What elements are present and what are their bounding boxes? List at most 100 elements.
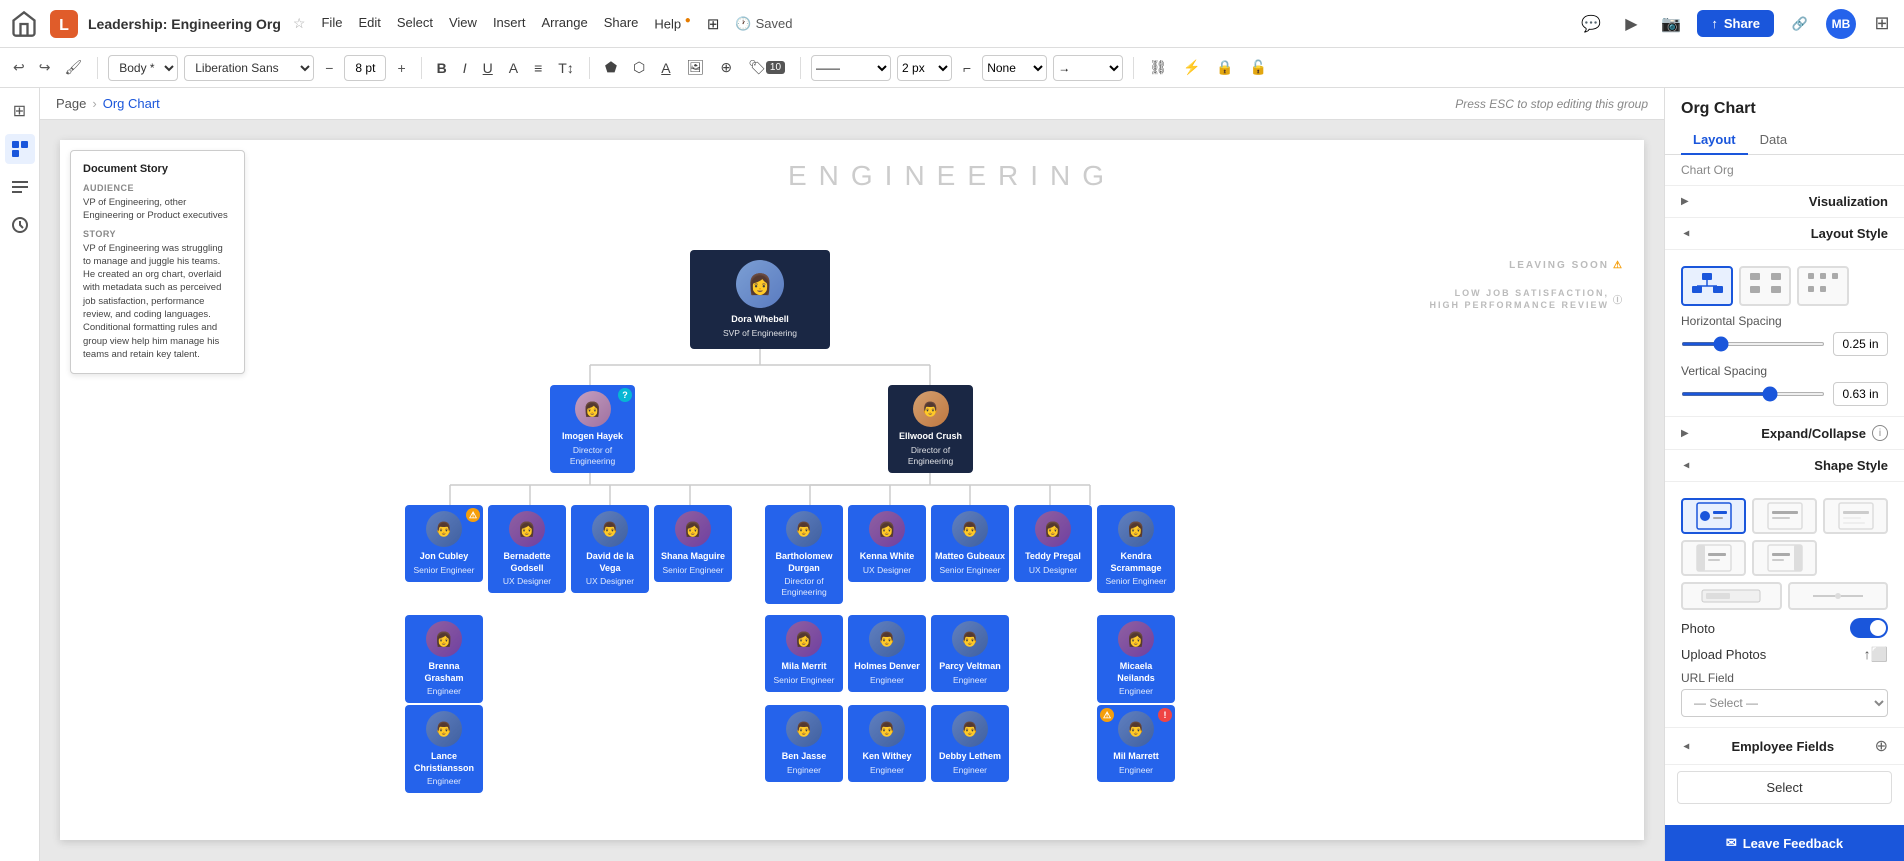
image-button[interactable]: 🖼 xyxy=(682,56,710,79)
line-style-select[interactable]: —— xyxy=(811,55,891,81)
l5-node-3[interactable]: 👨 Debby Lethem Engineer xyxy=(931,705,1009,782)
menu-edit[interactable]: Edit xyxy=(358,13,380,35)
l4-node-2[interactable]: 👨 Holmes Denver Engineer xyxy=(848,615,926,692)
underline-button[interactable]: U xyxy=(478,57,498,79)
shape-btn-0[interactable] xyxy=(1681,498,1746,534)
favorite-icon[interactable]: ☆ xyxy=(293,15,306,32)
l3-node-8[interactable]: 👩 Kendra Scrammage Senior Engineer xyxy=(1097,505,1175,593)
layout-btn-0[interactable] xyxy=(1681,266,1733,306)
menu-view[interactable]: View xyxy=(449,13,477,35)
extra-button[interactable]: ⊕ xyxy=(715,56,737,79)
left-nav-1[interactable]: ⊞ xyxy=(5,96,35,126)
l3-node-2[interactable]: 👨 David de la Vega UX Designer xyxy=(571,505,649,593)
none-select[interactable]: None xyxy=(982,55,1047,81)
ef-add-icon[interactable]: ⊕ xyxy=(1875,736,1888,756)
l4-node-1[interactable]: 👩 Mila Merrit Senior Engineer xyxy=(765,615,843,692)
font-select[interactable]: Liberation Sans xyxy=(184,55,314,81)
menu-help[interactable]: Help ● xyxy=(654,13,690,35)
chain-button[interactable]: ⛓ xyxy=(1144,56,1172,79)
shape-style-header[interactable]: ▼ Shape Style xyxy=(1665,450,1904,482)
h-spacing-input[interactable] xyxy=(1833,332,1888,356)
user-avatar[interactable]: MB xyxy=(1826,9,1856,39)
upload-photos-row[interactable]: Upload Photos ↑⬜ xyxy=(1681,646,1888,663)
canvas[interactable]: Document Story AUDIENCE VP of Engineerin… xyxy=(40,120,1664,861)
italic-button[interactable]: I xyxy=(458,57,472,79)
shape-btn-2[interactable] xyxy=(1823,498,1888,534)
shape-btn-1[interactable] xyxy=(1752,498,1817,534)
l4-node-4[interactable]: 👩 Micaela Neilands Engineer xyxy=(1097,615,1175,703)
l2-node-0[interactable]: ? 👩 Imogen Hayek Director of Engineering xyxy=(550,385,635,473)
l5-node-2[interactable]: 👨 Ken Withey Engineer xyxy=(848,705,926,782)
v-spacing-input[interactable] xyxy=(1833,382,1888,406)
photo-toggle[interactable] xyxy=(1850,618,1888,638)
expand-collapse-header[interactable]: ▶ Expand/Collapse i xyxy=(1665,417,1904,450)
h-spacing-slider[interactable] xyxy=(1681,342,1825,346)
left-nav-4[interactable] xyxy=(5,210,35,240)
url-field-select[interactable]: — Select — xyxy=(1681,689,1888,717)
redo-button[interactable]: ↪ xyxy=(34,56,56,79)
bc-page[interactable]: Page xyxy=(56,96,86,111)
tab-data[interactable]: Data xyxy=(1748,126,1799,155)
menu-extensions[interactable]: ⊞ xyxy=(707,13,720,35)
left-nav-2[interactable] xyxy=(5,134,35,164)
bold-button[interactable]: B xyxy=(432,57,452,79)
font-size-input[interactable] xyxy=(344,55,386,81)
logo-icon[interactable]: L xyxy=(48,8,80,40)
menu-file[interactable]: File xyxy=(321,13,342,35)
l3-node-6[interactable]: 👨 Matteo Gubeaux Senior Engineer xyxy=(931,505,1009,582)
font-size-increase[interactable]: + xyxy=(392,57,410,79)
l3-node-5[interactable]: 👩 Kenna White UX Designer xyxy=(848,505,926,582)
select-button[interactable]: Select xyxy=(1677,771,1892,804)
px-select[interactable]: 2 px xyxy=(897,55,952,81)
font-size-decrease[interactable]: − xyxy=(320,57,338,79)
collapse-icon[interactable]: ⊞ xyxy=(1868,10,1896,38)
l3-node-4[interactable]: 👨 Bartholomew Durgan Director of Enginee… xyxy=(765,505,843,604)
menu-arrange[interactable]: Arrange xyxy=(541,13,587,35)
l5-node-4[interactable]: ⚠ ! 👨 Mil Marrett Engineer xyxy=(1097,705,1175,782)
shape-btn-3[interactable] xyxy=(1681,540,1746,576)
comment-icon[interactable]: 💬 xyxy=(1577,10,1605,38)
left-nav-3[interactable] xyxy=(5,172,35,202)
border-color-button[interactable]: ⬡ xyxy=(628,56,650,79)
l3-node-1[interactable]: 👩 Bernadette Godsell UX Designer xyxy=(488,505,566,593)
l5-node-1[interactable]: 👨 Ben Jasse Engineer xyxy=(765,705,843,782)
menu-share[interactable]: Share xyxy=(604,13,639,35)
layout-btn-1[interactable] xyxy=(1739,266,1791,306)
l3-node-3[interactable]: 👩 Shana Maguire Senior Engineer xyxy=(654,505,732,582)
employee-fields-header[interactable]: ▼ Employee Fields ⊕ xyxy=(1665,728,1904,765)
l3-node-7[interactable]: 👩 Teddy Pregal UX Designer xyxy=(1014,505,1092,582)
lock-button[interactable]: 🔒 xyxy=(1211,56,1238,79)
layout-btn-2[interactable] xyxy=(1797,266,1849,306)
leave-feedback-button[interactable]: ✉ Leave Feedback xyxy=(1665,825,1904,861)
fill-button[interactable]: ⬟ xyxy=(600,56,622,79)
undo-button[interactable]: ↩ xyxy=(8,56,30,79)
shape-btn-4[interactable] xyxy=(1752,540,1817,576)
root-node[interactable]: 👩 Dora Whebell SVP of Engineering xyxy=(690,250,830,349)
camera-icon[interactable]: 📷 xyxy=(1657,10,1685,38)
l3-node-0[interactable]: ⚠ 👨 Jon Cubley Senior Engineer xyxy=(405,505,483,582)
lock2-button[interactable]: 🔓 xyxy=(1245,56,1272,79)
tag-button[interactable]: 🏷 10 xyxy=(743,56,790,79)
font-color-button[interactable]: A xyxy=(504,57,523,79)
play-icon[interactable]: ▶ xyxy=(1617,10,1645,38)
corner-button[interactable]: ⌐ xyxy=(958,57,976,79)
v-spacing-slider[interactable] xyxy=(1681,392,1825,396)
layout-style-header[interactable]: ▼ Layout Style xyxy=(1665,218,1904,250)
align-button[interactable]: ≡ xyxy=(529,57,547,79)
text-size-button[interactable]: T↕ xyxy=(553,57,579,79)
saved-indicator[interactable]: 🕐 Saved xyxy=(735,16,792,32)
share-button[interactable]: ↑ Share xyxy=(1697,10,1774,37)
menu-insert[interactable]: Insert xyxy=(493,13,526,35)
format-painter-button[interactable]: 🖌 xyxy=(59,56,87,79)
menu-select[interactable]: Select xyxy=(397,13,433,35)
body-select[interactable]: Body * xyxy=(108,55,178,81)
bc-chart[interactable]: Org Chart xyxy=(103,96,160,111)
shape-btn-wide-1[interactable] xyxy=(1788,582,1889,610)
l2-node-1[interactable]: 👨 Ellwood Crush Director of Engineering xyxy=(888,385,973,473)
shape-btn-wide-0[interactable] xyxy=(1681,582,1782,610)
l5-node-0[interactable]: 👨 Lance Christiansson Engineer xyxy=(405,705,483,793)
ec-info-icon[interactable]: i xyxy=(1872,425,1888,441)
home-icon[interactable] xyxy=(8,8,40,40)
l4-node-0[interactable]: 👩 Brenna Grasham Engineer xyxy=(405,615,483,703)
arrow-select[interactable]: → xyxy=(1053,55,1123,81)
